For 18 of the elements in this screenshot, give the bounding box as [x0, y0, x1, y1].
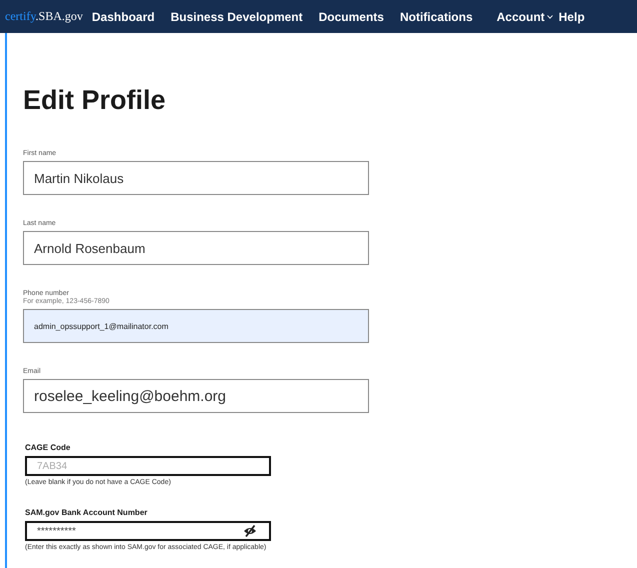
eye-slash-icon[interactable] — [243, 525, 257, 537]
input-field[interactable]: Arnold Rosenbaum — [23, 231, 369, 265]
input-field[interactable]: Martin Nikolaus — [23, 161, 369, 195]
nav-link[interactable]: Dashboard — [92, 10, 155, 24]
nav-link[interactable]: Business Development — [170, 10, 303, 24]
input-field[interactable]: 7AB34 — [25, 456, 271, 476]
nav-link[interactable]: Notifications — [400, 10, 473, 24]
nav-link[interactable]: Help — [558, 10, 585, 24]
field-label: SAM.gov Bank Account Number — [25, 508, 148, 517]
logo-link[interactable]: certify.SBA.gov — [5, 9, 83, 24]
caret-icon — [546, 14, 553, 18]
field-label: CAGE Code — [25, 443, 72, 452]
input-field[interactable]: roselee_keeling@boehm.org — [23, 379, 369, 413]
input-field[interactable]: ********** — [25, 521, 271, 541]
nav-menu[interactable]: Account — [496, 10, 553, 24]
page-title: Edit Profile — [23, 85, 167, 116]
input-field[interactable]: admin_opssupport_1@mailinator.com — [23, 309, 369, 343]
nav-link[interactable]: Documents — [318, 10, 384, 24]
